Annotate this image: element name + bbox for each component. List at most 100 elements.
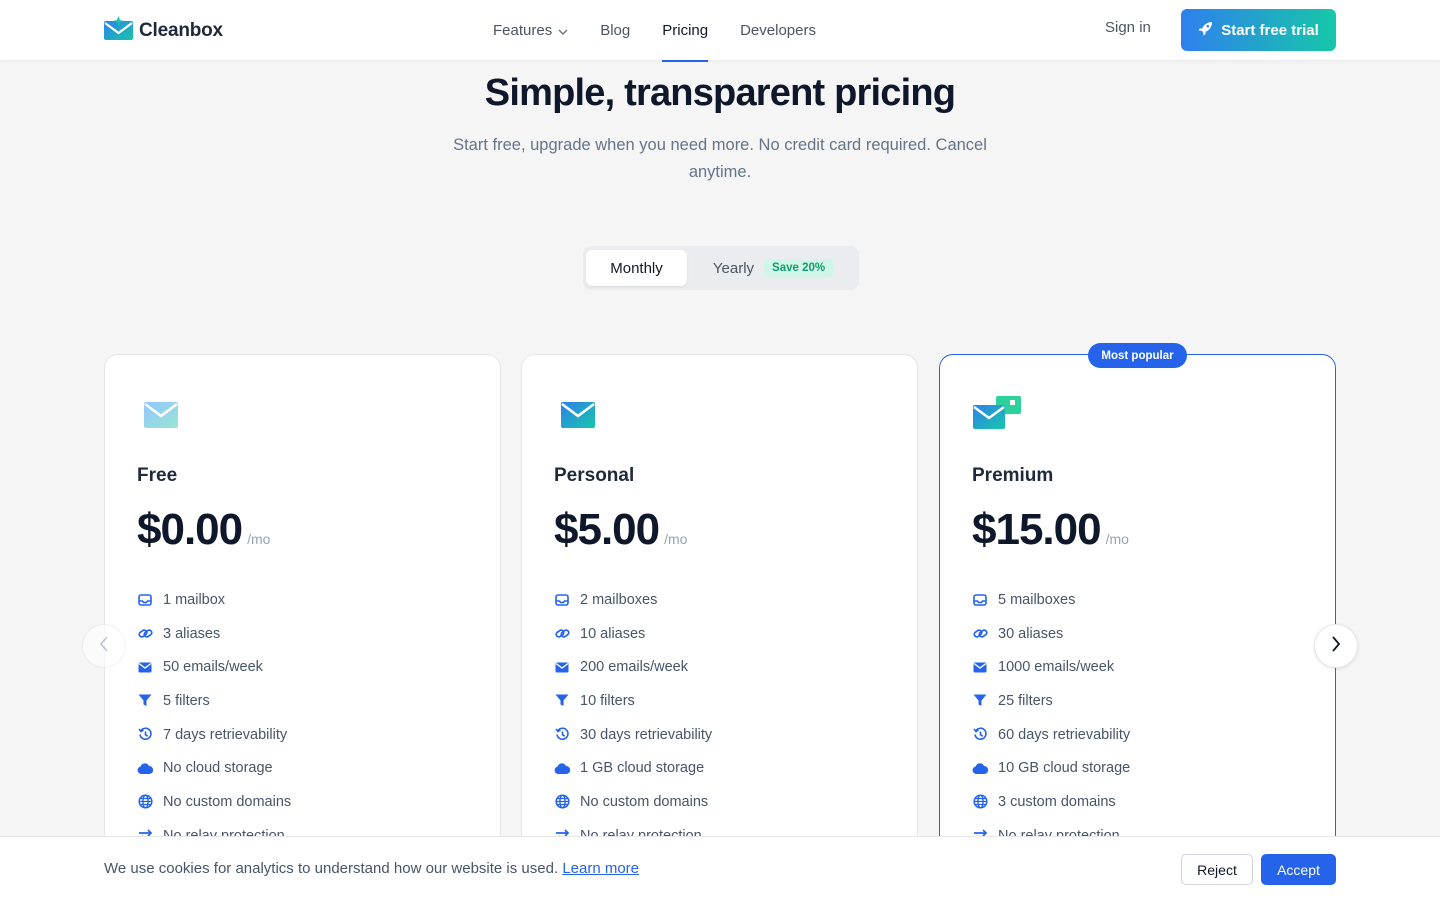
plan-feature-text: No custom domains (580, 793, 709, 810)
page-title: Simple, transparent pricing (484, 72, 956, 114)
billing-monthly-option[interactable]: Monthly (586, 250, 687, 286)
plan-feature-text: No cloud storage (163, 760, 273, 777)
plan-feature: 25 filters (972, 684, 1130, 718)
link-icon (137, 626, 153, 642)
plan-feature-text: 1000 emails/week (998, 659, 1115, 676)
brand-logo[interactable]: Cleanbox (104, 16, 223, 45)
nav-blog[interactable]: Blog (600, 0, 630, 60)
globe-icon (137, 794, 153, 810)
plan-name: Personal (554, 465, 635, 486)
plan-feature: 3 aliases (137, 617, 291, 651)
link-icon (972, 626, 988, 642)
plan-name: Premium (972, 465, 1054, 486)
learn-more-link[interactable]: Learn more (562, 860, 639, 877)
cloud-icon (554, 760, 570, 776)
nav-developers[interactable]: Developers (740, 0, 816, 60)
plan-feature-text: 30 days retrievability (580, 726, 713, 743)
plan-feature: 5 mailboxes (972, 583, 1130, 617)
chevron-left-icon (99, 635, 109, 657)
plan-feature-text: 5 mailboxes (998, 591, 1076, 608)
plan-feature: 10 filters (554, 684, 712, 718)
plan-period: /mo (247, 531, 271, 547)
accept-cookies-button[interactable]: Accept (1261, 854, 1336, 885)
carousel-prev-button[interactable] (82, 624, 126, 668)
nav-features[interactable]: Features (493, 0, 568, 60)
plan-feature: No custom domains (137, 785, 291, 819)
plan-price: $5.00 (554, 505, 660, 554)
plan-feature-text: 25 filters (998, 692, 1053, 709)
plan-feature: 50 emails/week (137, 650, 291, 684)
envelope-icon (137, 659, 153, 675)
plan-feature: 10 GB cloud storage (972, 751, 1130, 785)
plan-feature-text: 10 filters (580, 692, 635, 709)
history-icon (554, 727, 570, 743)
filter-icon (137, 693, 153, 709)
reject-cookies-button[interactable]: Reject (1181, 854, 1253, 885)
site-header: Cleanbox Features Blog Pricing Developer… (0, 0, 1440, 62)
plan-card-premium: Premium $15.00 /mo 5 mailboxes 30 aliases… (939, 354, 1336, 900)
plan-name: Free (137, 465, 178, 486)
plan-feature: 2 mailboxes (554, 583, 712, 617)
chevron-down-icon (558, 22, 568, 39)
brand-name: Cleanbox (139, 19, 223, 41)
inbox-icon (137, 592, 153, 608)
start-free-trial-label: Start free trial (1221, 21, 1319, 39)
plan-feature-text: 10 aliases (580, 625, 646, 642)
plan-card-free: Free $0.00 /mo 1 mailbox 3 aliases 50 emai… (104, 354, 501, 900)
page-subtitle: Start free, upgrade when you need more. … (453, 136, 987, 181)
plan-feature: 1 mailbox (137, 583, 291, 617)
plan-feature-text: 3 aliases (163, 625, 221, 642)
sign-in-link[interactable]: Sign in (1105, 19, 1151, 36)
plan-feature-list: 1 mailbox 3 aliases 50 emails/week 5 filter… (137, 583, 291, 853)
billing-yearly-label: Yearly (712, 259, 755, 277)
history-icon (972, 727, 988, 743)
nav-pricing[interactable]: Pricing (662, 0, 708, 62)
nav-features-label: Features (493, 21, 553, 39)
plan-feature-text: 1 GB cloud storage (580, 760, 705, 777)
plan-feature: 1 GB cloud storage (554, 751, 712, 785)
link-icon (554, 626, 570, 642)
plan-feature-text: 2 mailboxes (580, 591, 658, 608)
plan-feature-text: 3 custom domains (998, 793, 1116, 810)
billing-yearly-option[interactable]: Yearly Save 20% (693, 250, 853, 286)
cloud-icon (972, 760, 988, 776)
plan-feature: 60 days retrievability (972, 718, 1130, 752)
plan-feature: 30 days retrievability (554, 718, 712, 752)
plan-price-row: $5.00 /mo (554, 505, 687, 555)
start-free-trial-button[interactable]: Start free trial (1181, 9, 1336, 51)
envelope-icon (554, 659, 570, 675)
plan-feature: 7 days retrievability (137, 718, 291, 752)
cookie-text: We use cookies for analytics to understa… (104, 860, 559, 877)
plan-feature: No custom domains (554, 785, 712, 819)
carousel-next-button[interactable] (1314, 624, 1358, 668)
plan-feature-text: 1 mailbox (163, 591, 226, 608)
cookie-banner: We use cookies for analytics to understa… (0, 836, 1440, 900)
plan-feature-list: 2 mailboxes 10 aliases 200 emails/week 10 f… (554, 583, 712, 853)
plan-price-row: $0.00 /mo (137, 505, 270, 555)
plan-feature: 10 aliases (554, 617, 712, 651)
plan-feature: 200 emails/week (554, 650, 712, 684)
plan-period: /mo (1105, 531, 1129, 547)
inbox-icon (972, 592, 988, 608)
chevron-right-icon (1331, 635, 1341, 657)
envelope-stack-plan-icon (972, 395, 1024, 436)
plan-period: /mo (664, 531, 688, 547)
envelope-plan-icon (137, 395, 185, 434)
plan-feature-text: 60 days retrievability (998, 726, 1131, 743)
plan-feature: 1000 emails/week (972, 650, 1130, 684)
cloud-icon (137, 760, 153, 776)
plan-feature: 3 custom domains (972, 785, 1130, 819)
cookie-message: We use cookies for analytics to understa… (104, 860, 639, 877)
billing-toggle: Monthly Yearly Save 20% (583, 246, 859, 290)
envelope-plan-icon (554, 395, 602, 434)
rocket-icon (1198, 21, 1213, 40)
save-badge: Save 20% (764, 259, 834, 277)
plan-price: $15.00 (972, 505, 1102, 554)
plan-feature: 30 aliases (972, 617, 1130, 651)
plan-card-personal: Personal $5.00 /mo 2 mailboxes 10 aliases… (521, 354, 918, 900)
plan-price-row: $15.00 /mo (972, 505, 1129, 555)
envelope-icon (972, 659, 988, 675)
plan-feature-text: 10 GB cloud storage (998, 760, 1131, 777)
filter-icon (972, 693, 988, 709)
plan-price: $0.00 (137, 505, 243, 554)
